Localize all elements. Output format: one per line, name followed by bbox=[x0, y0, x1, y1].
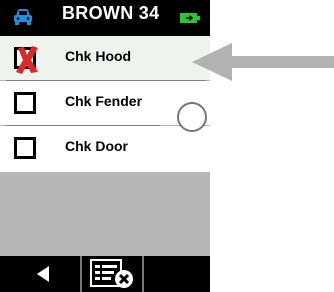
back-button[interactable] bbox=[0, 256, 78, 292]
bottom-toolbar bbox=[0, 256, 210, 292]
checklist-item-label: Chk Door bbox=[65, 138, 128, 154]
checkbox-hood[interactable] bbox=[14, 46, 38, 74]
battery-icon bbox=[180, 13, 200, 23]
clear-checklist-icon bbox=[90, 259, 133, 288]
clear-checklist-button[interactable] bbox=[80, 256, 144, 292]
pointer-arrow-icon bbox=[192, 43, 334, 81]
x-mark-icon bbox=[16, 46, 38, 74]
car-icon bbox=[14, 9, 32, 25]
back-arrow-icon bbox=[37, 266, 49, 282]
checkbox-fender[interactable] bbox=[14, 92, 36, 114]
vehicle-title: BROWN 34 bbox=[62, 3, 160, 23]
header-bar: BROWN 34 bbox=[0, 0, 210, 36]
checklist-item-label: Chk Hood bbox=[65, 48, 132, 64]
checklist-item-door[interactable]: Chk Door bbox=[0, 126, 210, 172]
checklist-item-label: Chk Fender bbox=[65, 93, 143, 109]
scroll-indicator-circle[interactable] bbox=[177, 102, 207, 132]
device-screen: BROWN 34 Chk Hood Chk Fender Chk Door bbox=[0, 0, 210, 292]
checklist-item-hood[interactable]: Chk Hood bbox=[0, 36, 210, 80]
toolbar-empty-slot bbox=[146, 256, 210, 292]
checkbox-door[interactable] bbox=[14, 137, 36, 159]
